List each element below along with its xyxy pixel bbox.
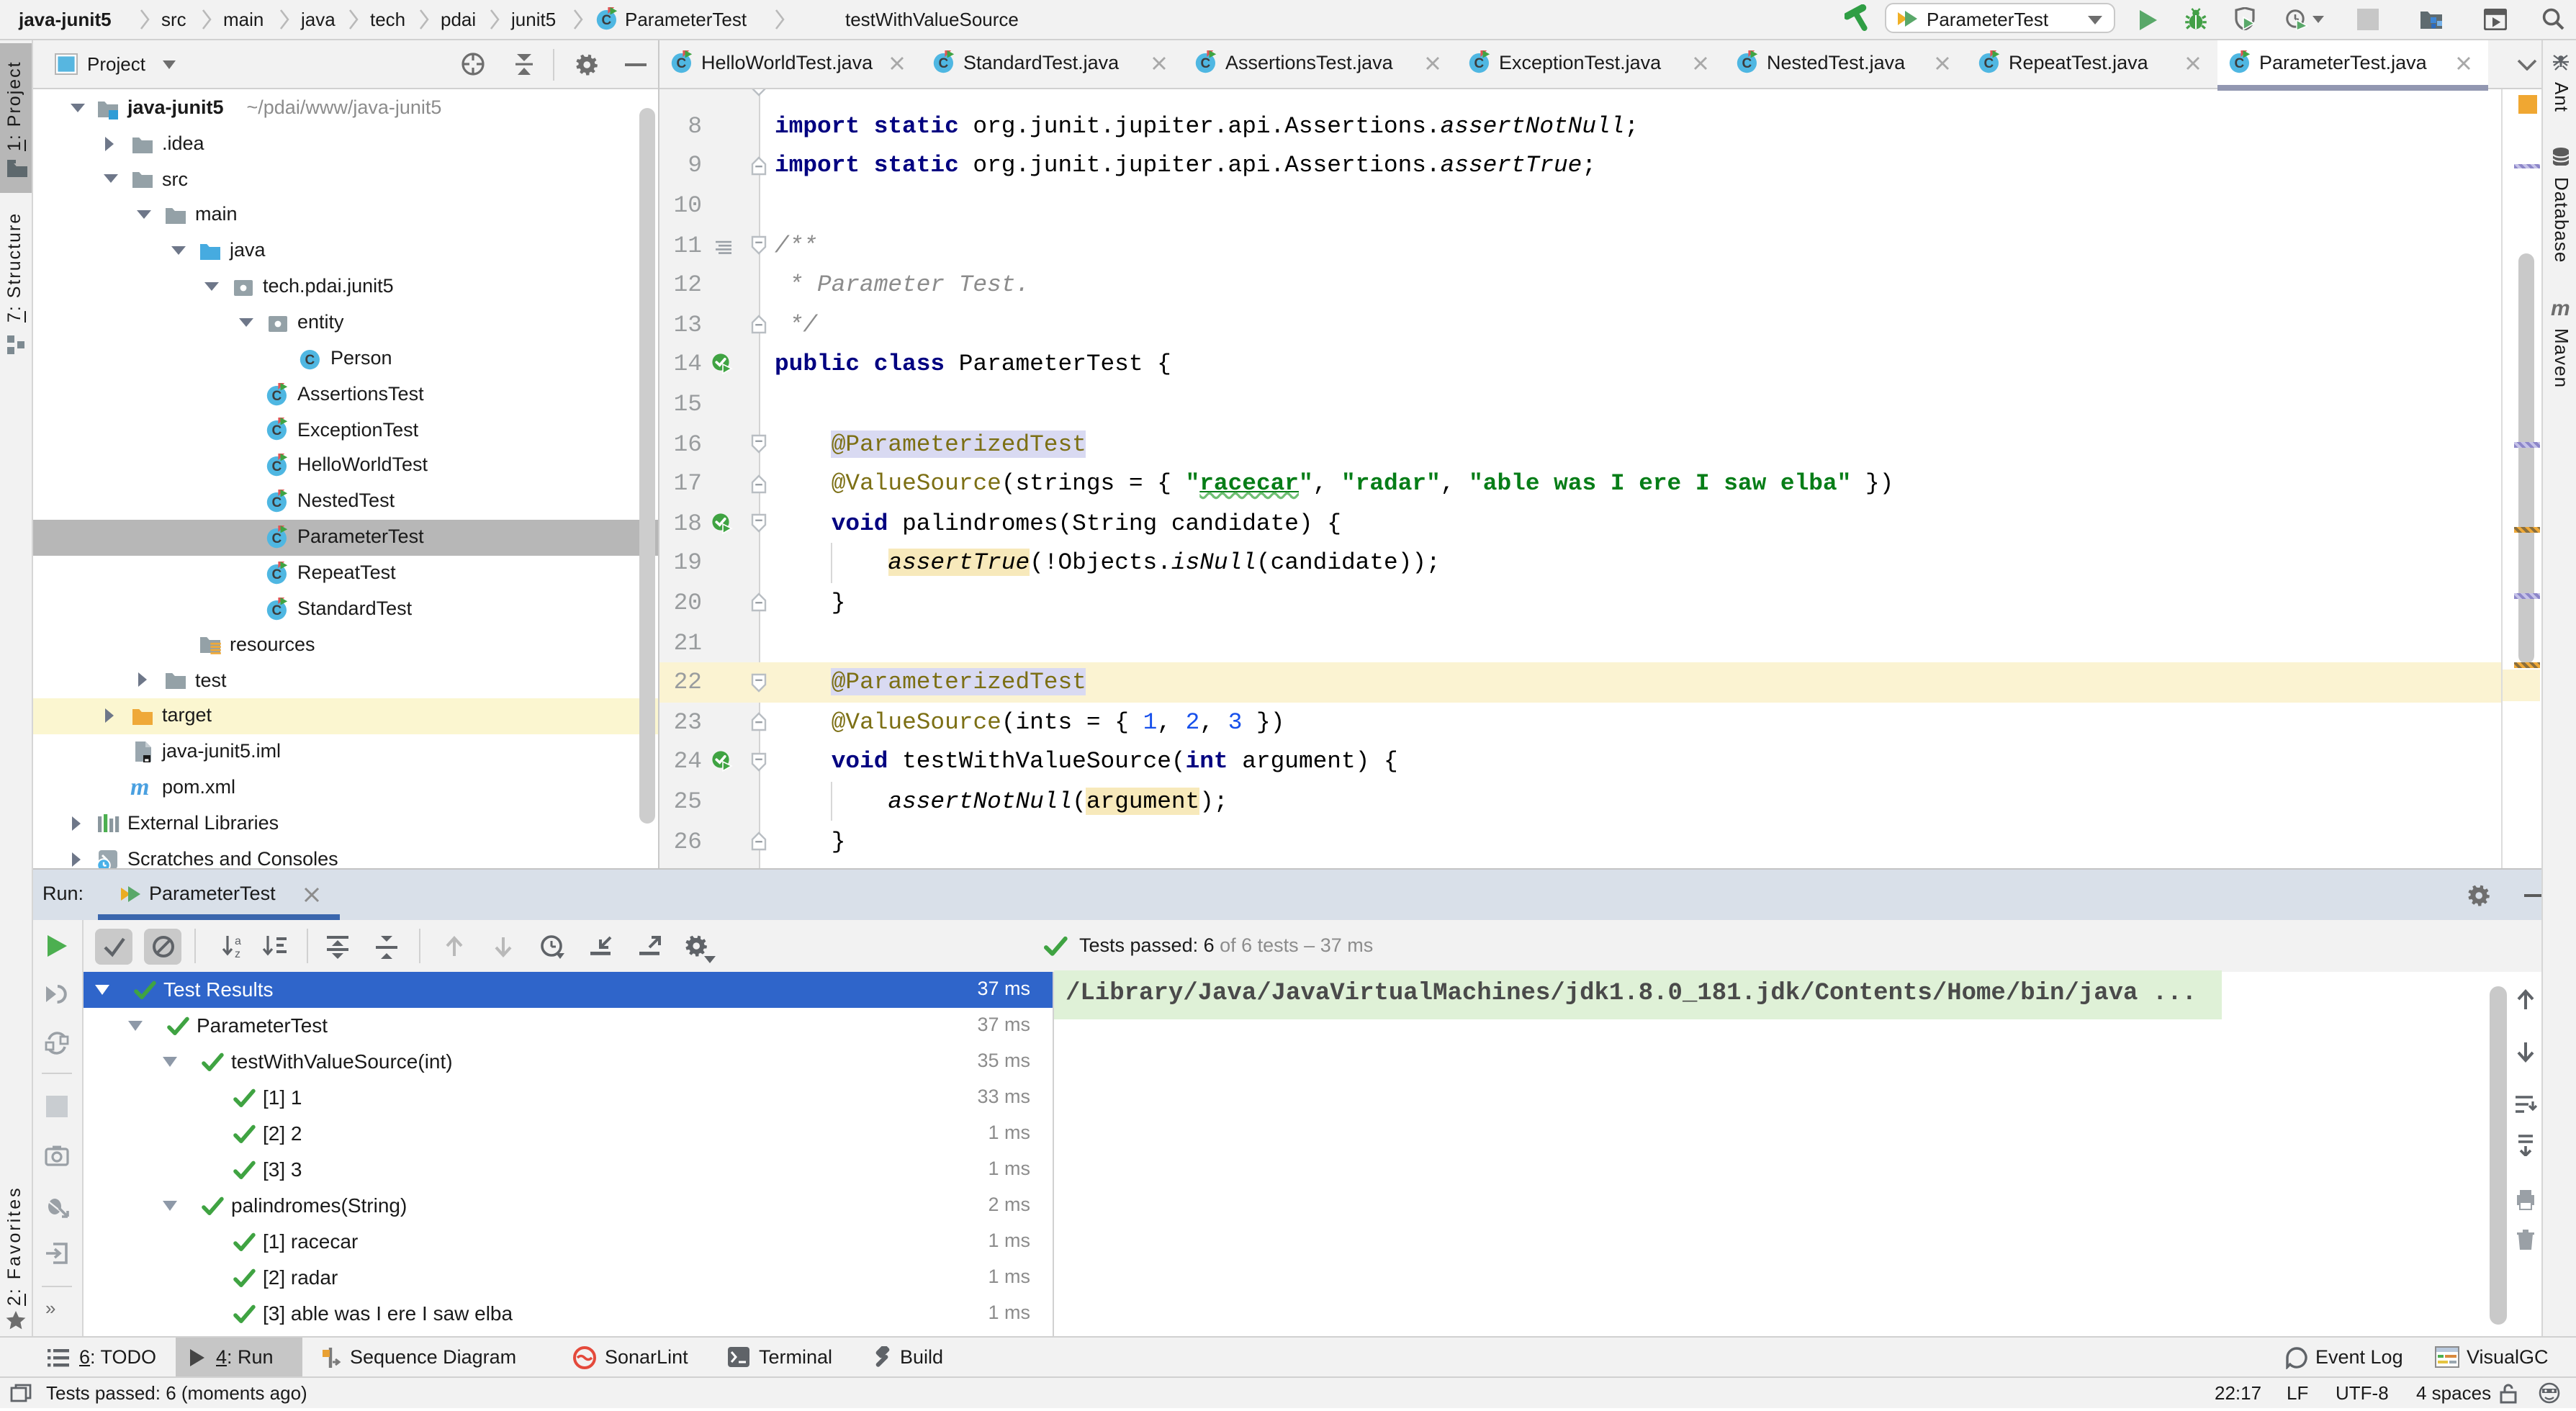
svg-text:C: C (677, 56, 687, 71)
svg-text:C: C (271, 424, 282, 439)
svg-text:z: z (234, 947, 240, 960)
svg-text:C: C (1474, 56, 1485, 71)
svg-text:C: C (2235, 56, 2245, 71)
svg-text:C: C (602, 13, 612, 28)
svg-text:C: C (271, 388, 282, 403)
svg-text:C: C (1201, 56, 1211, 71)
svg-text:C: C (271, 460, 282, 475)
svg-text:C: C (271, 603, 282, 618)
svg-text:C: C (1984, 56, 1994, 71)
svg-text:C: C (271, 495, 282, 510)
svg-text:C: C (271, 567, 282, 582)
svg-text:C: C (1742, 56, 1752, 71)
svg-text:C: C (939, 56, 949, 71)
svg-text:C: C (305, 353, 315, 368)
svg-text:a: a (234, 934, 240, 947)
svg-text:C: C (271, 531, 282, 546)
